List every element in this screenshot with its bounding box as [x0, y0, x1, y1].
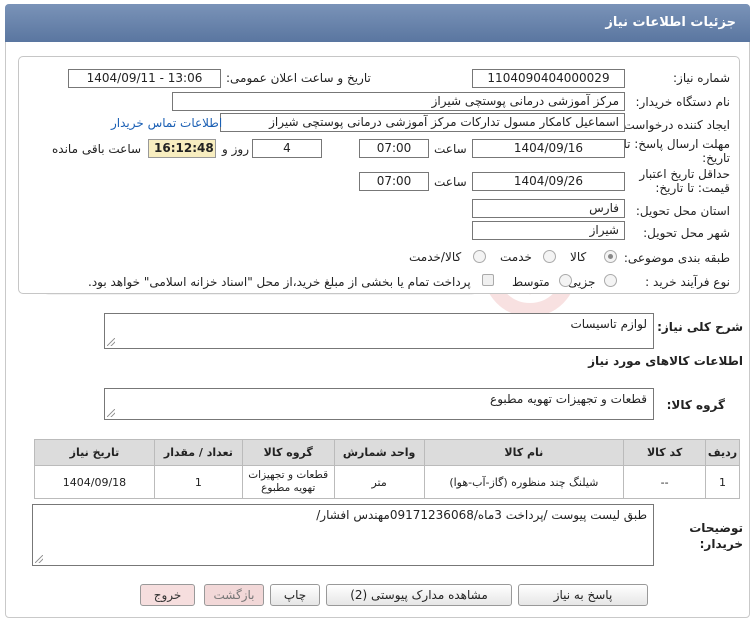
province-label: استان محل تحویل: [635, 204, 730, 218]
category-both-radio[interactable] [473, 250, 486, 263]
resize-handle-icon[interactable] [107, 338, 115, 346]
resize-handle-icon[interactable] [107, 409, 115, 417]
treasury-payment-note: پرداخت تمام یا بخشی از مبلغ خرید،از محل … [88, 275, 471, 289]
process-medium-label: متوسط [512, 275, 550, 289]
category-both-label: کالا/خدمت [409, 250, 462, 264]
cell-row-number: 1 [705, 465, 740, 499]
table-row: 1 -- شیلنگ چند منظوره (گاز-آب-هوا) متر ق… [34, 465, 740, 499]
col-row-number: ردیف [705, 439, 740, 466]
goods-group-label: گروه کالا: [666, 398, 725, 412]
validity-time-field: 07:00 [359, 172, 429, 191]
treasury-payment-checkbox[interactable] [482, 274, 494, 286]
print-button[interactable]: چاپ [270, 584, 320, 606]
category-label: طبقه بندی موضوعی: [623, 251, 730, 265]
resize-handle-icon[interactable] [35, 555, 43, 563]
validity-label: حداقل تاریخ اعتبار [639, 167, 730, 181]
goods-group-text: قطعات و تجهیزات تهویه مطبوع [490, 392, 647, 406]
items-table: ردیف کد کالا نام کالا واحد شمارش گروه کا… [34, 439, 740, 499]
col-item-code: کد کالا [623, 439, 707, 466]
page-header: جزئیات اطلاعات نیاز [5, 4, 750, 42]
table-header-row: ردیف کد کالا نام کالا واحد شمارش گروه کا… [34, 439, 740, 466]
buyer-org-field: مرکز آموزشی درمانی پوستچی شیراز [172, 92, 625, 111]
deadline-label-2: تاریخ: [702, 151, 730, 165]
process-label: نوع فرآیند خرید : [645, 275, 730, 289]
category-service-label: خدمت [500, 250, 532, 264]
creator-field: اسماعیل کامکار مسول تدارکات مرکز آموزشی … [220, 113, 625, 132]
buyer-notes-label: توضیحات [689, 521, 743, 535]
need-number-label: شماره نیاز: [673, 71, 730, 85]
category-goods-radio[interactable] [604, 250, 617, 263]
description-label: شرح کلی نیاز: [657, 320, 743, 334]
col-unit: واحد شمارش [333, 439, 425, 466]
validity-date-field: 1404/09/26 [472, 172, 625, 191]
cell-item-name: شیلنگ چند منظوره (گاز-آب-هوا) [423, 465, 625, 499]
days-label: روز و [222, 142, 249, 156]
col-item-name: نام کالا [423, 439, 625, 466]
province-field: فارس [472, 199, 625, 218]
description-text: لوازم تاسیسات [570, 317, 647, 331]
description-textbox: لوازم تاسیسات [104, 313, 654, 349]
deadline-time-label: ساعت [434, 142, 467, 156]
announce-label: تاریخ و ساعت اعلان عمومی: [226, 71, 371, 85]
process-minor-radio[interactable] [604, 274, 617, 287]
col-need-date: تاریخ نیاز [34, 439, 155, 466]
city-label: شهر محل تحویل: [643, 226, 730, 240]
creator-label: ایجاد کننده درخواست: [619, 118, 730, 132]
remaining-time-label: ساعت باقی مانده [52, 142, 142, 156]
cell-need-date: 1404/09/18 [34, 465, 155, 499]
process-minor-label: جزیی [568, 275, 596, 289]
page-title: جزئیات اطلاعات نیاز [605, 15, 736, 30]
cell-quantity: 1 [153, 465, 243, 499]
deadline-time-field: 07:00 [359, 139, 429, 158]
deadline-label: مهلت ارسال پاسخ: تا [623, 137, 730, 151]
announce-field: 1404/09/11 - 13:06 [68, 69, 221, 88]
remaining-time-field: 16:12:48 [148, 139, 216, 158]
buyer-notes-textbox: طبق لیست پیوست /پرداخت 3ماه/09171236068م… [32, 504, 654, 566]
goods-section-title: اطلاعات کالاهای مورد نیاز [588, 354, 743, 368]
buyer-notes-text: طبق لیست پیوست /پرداخت 3ماه/09171236068م… [316, 508, 647, 522]
back-button[interactable]: بازگشت [204, 584, 264, 606]
cell-item-group: قطعات و تجهیزات تهویه مطبوع [241, 465, 335, 499]
city-field: شیراز [472, 221, 625, 240]
buyer-notes-label-2: خریدار: [699, 537, 743, 551]
cell-unit: متر [333, 465, 425, 499]
need-number-field: 1104090404000029 [472, 69, 625, 88]
cell-item-code: -- [623, 465, 707, 499]
exit-button[interactable]: خروج [140, 584, 195, 606]
goods-group-textbox: قطعات و تجهیزات تهویه مطبوع [104, 388, 654, 420]
buyer-org-label: نام دستگاه خریدار: [635, 95, 731, 109]
validity-time-label: ساعت [434, 175, 467, 189]
col-item-group: گروه کالا [241, 439, 335, 466]
process-medium-radio[interactable] [559, 274, 572, 287]
col-quantity: تعداد / مقدار [153, 439, 243, 466]
category-goods-label: کالا [570, 250, 587, 264]
category-service-radio[interactable] [543, 250, 556, 263]
validity-label-2: قیمت: تا تاریخ: [655, 181, 730, 195]
reply-button[interactable]: پاسخ به نیاز [518, 584, 648, 606]
deadline-date-field: 1404/09/16 [472, 139, 625, 158]
buyer-contact-link[interactable]: اطلاعات تماس خریدار [111, 116, 222, 130]
view-attachments-button[interactable]: مشاهده مدارک پیوستی (2) [326, 584, 512, 606]
days-remaining-field: 4 [252, 139, 322, 158]
